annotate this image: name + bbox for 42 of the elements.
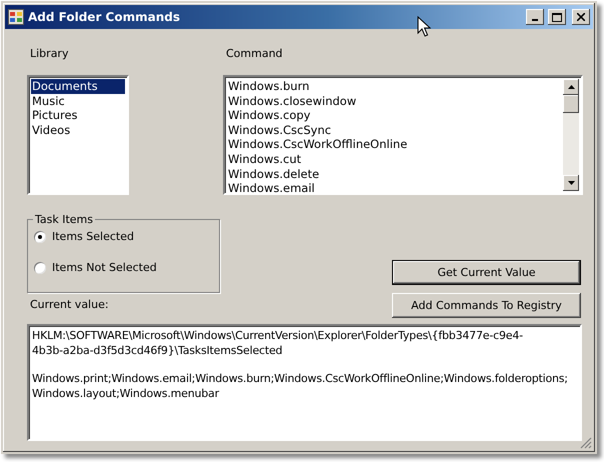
command-label: Command <box>226 47 284 61</box>
close-icon <box>577 13 585 21</box>
action-button[interactable]: Get Current Value <box>392 260 581 285</box>
command-item[interactable]: Windows.CscWorkOfflineOnline <box>227 137 563 152</box>
value-text-line: Windows.print;Windows.email;Windows.burn;Windows.CscWorkOfflineOnline;Windows.folderoptions; <box>32 372 569 386</box>
scrollbar[interactable] <box>563 79 579 191</box>
library-item[interactable]: Pictures <box>31 108 125 123</box>
radio-button[interactable] <box>34 262 46 274</box>
command-item[interactable]: Windows.CscSync <box>227 122 563 138</box>
app-icon <box>8 9 24 25</box>
mouse-pointer-icon <box>417 16 431 38</box>
current-value-field[interactable] <box>27 324 582 441</box>
maximize-icon <box>552 12 562 22</box>
command-item[interactable]: Windows.burn <box>227 79 563 94</box>
radio-option[interactable]: Items Not Selected <box>34 261 219 274</box>
library-item[interactable]: Documents <box>31 79 125 94</box>
radio-button[interactable] <box>34 230 46 242</box>
library-list[interactable]: Documents Music Pictures Videos <box>27 75 129 195</box>
value-text-line: HKLM:\SOFTWARE\Microsoft\Windows\CurrentVersion\Explorer\FolderTypes\{fbb3477e-c9e4- <box>32 329 524 344</box>
command-item[interactable]: Windows.cut <box>227 152 563 167</box>
current-value-label: Current value: <box>30 298 110 312</box>
value-text-line: Windows.layout;Windows.menubar <box>32 386 220 401</box>
scroll-thumb[interactable] <box>563 95 579 113</box>
action-button[interactable]: Add Commands To Registry <box>392 293 581 318</box>
library-item[interactable]: Music <box>31 94 125 108</box>
command-list[interactable]: Windows.burn Windows.closewindow Windows.copy Windows.CscSync Windows.CscWorkOfflineOnline Windows.cut Windows.delete Windows.email <box>223 75 583 195</box>
group-title: Task Items <box>34 213 94 226</box>
command-item[interactable]: Windows.closewindow <box>227 94 563 108</box>
command-item[interactable]: Windows.copy <box>227 108 563 123</box>
down-arrow-icon <box>568 181 574 185</box>
close-button[interactable] <box>572 9 590 25</box>
radio-option[interactable]: Items Selected <box>34 230 219 243</box>
maximize-button[interactable] <box>548 9 566 25</box>
command-item[interactable]: Windows.delete <box>227 166 563 182</box>
command-item[interactable]: Windows.email <box>227 181 563 196</box>
library-item[interactable]: Videos <box>31 122 125 138</box>
resize-grip-icon[interactable] <box>580 437 592 449</box>
window-title: Add Folder Commands <box>28 10 181 24</box>
library-label: Library <box>30 47 70 61</box>
minimize-button[interactable] <box>526 9 544 25</box>
value-text-line: 4b3b-a2ba-d3f5d3cd46f9}\TasksItemsSelected <box>32 344 284 358</box>
up-arrow-icon <box>568 85 574 89</box>
